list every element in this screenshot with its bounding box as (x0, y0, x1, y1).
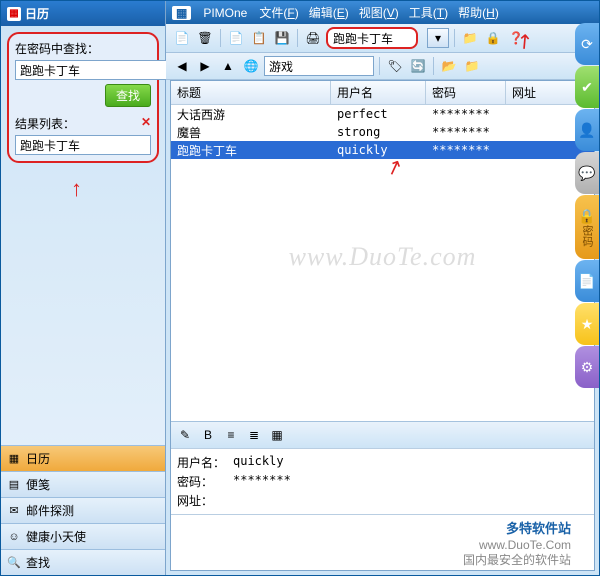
rail-tab-sync[interactable]: ⟳ (575, 23, 599, 65)
table-row[interactable]: 大话西游 perfect ******** (171, 105, 594, 123)
nav-health[interactable]: ☺健康小天使 (1, 523, 165, 549)
angel-icon: ☺ (7, 530, 21, 544)
grid-header: 标题 用户名 密码 网址 (171, 81, 594, 105)
mail-icon: ✉ (7, 504, 21, 518)
folder-open-icon[interactable]: 📂 (439, 56, 459, 76)
globe-icon[interactable]: 🌐 (241, 56, 261, 76)
col-user[interactable]: 用户名 (331, 81, 426, 104)
folder-icon[interactable]: 📁 (460, 28, 480, 48)
rail-tab-user[interactable]: 👤 (575, 109, 599, 151)
nav-notes[interactable]: ▤便笺 (1, 471, 165, 497)
toolbar-search-dropdown[interactable]: ▾ (427, 28, 449, 48)
titlebar: ▦ PIMOne 文件(F) 编辑(E) 视图(V) 工具(T) 帮助(H) (166, 1, 599, 24)
copy-icon[interactable]: 📄 (226, 28, 246, 48)
watermark: www.DuoTe.com (289, 242, 477, 272)
rail-tab-star[interactable]: ★ (575, 303, 599, 345)
up-icon[interactable]: ▲ (218, 56, 238, 76)
delete-icon[interactable]: 🗑 (195, 28, 215, 48)
sidebar-nav: ▦日历 ▤便笺 ✉邮件探测 ☺健康小天使 🔍查找 (1, 445, 165, 575)
menu-help[interactable]: 帮助(H) (458, 4, 499, 21)
toolbar-search-input[interactable] (326, 27, 418, 49)
rail-tab-check[interactable]: ✔ (575, 66, 599, 108)
menu-file[interactable]: 文件(F) (259, 4, 298, 21)
rail-tab-doc[interactable]: 📄 (575, 260, 599, 302)
main-area: ▦ PIMOne 文件(F) 编辑(E) 视图(V) 工具(T) 帮助(H) 📄… (166, 1, 599, 575)
list-icon[interactable]: ≣ (244, 425, 264, 445)
result-input[interactable] (15, 135, 151, 155)
new-doc-icon[interactable]: 📄 (172, 28, 192, 48)
search-panel: 在密码中查找： ▾ 查找 结果列表： ✕ (7, 32, 159, 163)
menu-tools[interactable]: 工具(T) (409, 4, 448, 21)
menu-bar: 文件(F) 编辑(E) 视图(V) 工具(T) 帮助(H) (259, 4, 498, 21)
folder-icon[interactable]: 📁 (462, 56, 482, 76)
lock-icon[interactable]: 🔒 (483, 28, 503, 48)
table-row[interactable]: 跑跑卡丁车 quickly ******** (171, 141, 594, 159)
refresh-icon[interactable]: 🔄 (408, 56, 428, 76)
right-rail: ⟳ ✔ 👤 💬 🔒密码 📄 ★ ⚙ (575, 23, 599, 388)
detail-user-value: quickly (233, 454, 284, 471)
find-button[interactable]: 查找 (105, 84, 151, 107)
rail-tab-gear[interactable]: ⚙ (575, 346, 599, 388)
menu-edit[interactable]: 编辑(E) (309, 4, 349, 21)
app-title: PIMOne (203, 6, 247, 20)
annotation-arrow-icon: ↑ (71, 176, 82, 202)
search-input[interactable] (15, 60, 180, 80)
bold-icon[interactable]: B (198, 425, 218, 445)
sidebar-title: 日历 (25, 5, 49, 22)
app-logo: ▦ (172, 6, 191, 20)
search-icon: 🔍 (7, 556, 21, 570)
forward-icon[interactable]: ▶ (195, 56, 215, 76)
detail-pass-value: ******** (233, 473, 291, 490)
detail-user-label: 用户名： (177, 454, 225, 471)
content-panel: 标题 用户名 密码 网址 大话西游 perfect ******** 魔兽 st… (170, 80, 595, 571)
image-icon[interactable]: ▦ (267, 425, 287, 445)
col-title[interactable]: 标题 (171, 81, 331, 104)
nav-find[interactable]: 🔍查找 (1, 549, 165, 575)
footer-branding: 多特软件站 www.DuoTe.Com 国内最安全的软件站 (463, 521, 571, 569)
toolbar-nav: ◀ ▶ ▲ 🌐 🏷 🔄 📂 📁 (166, 53, 599, 80)
rail-tab-chat[interactable]: 💬 (575, 152, 599, 194)
table-row[interactable]: 魔兽 strong ******** (171, 123, 594, 141)
col-pass[interactable]: 密码 (426, 81, 506, 104)
detail-toolbar: ✎ B ≡ ≣ ▦ (171, 421, 594, 448)
back-icon[interactable]: ◀ (172, 56, 192, 76)
calendar-icon: ▦ (7, 7, 21, 21)
nav-mail[interactable]: ✉邮件探测 (1, 497, 165, 523)
result-label: 结果列表： (15, 115, 75, 132)
grid-body: 大话西游 perfect ******** 魔兽 strong ********… (171, 105, 594, 421)
search-label: 在密码中查找： (15, 40, 151, 57)
clear-results-icon[interactable]: ✕ (141, 115, 151, 132)
rail-tab-password[interactable]: 🔒密码 (575, 195, 599, 259)
calendar-icon: ▦ (7, 452, 21, 466)
paste-icon[interactable]: 📋 (249, 28, 269, 48)
print-icon[interactable]: 🖨 (303, 28, 323, 48)
detail-url-label: 网址： (177, 492, 225, 509)
nav-calendar[interactable]: ▦日历 (1, 445, 165, 471)
sidebar-header: ▦ 日历 (1, 1, 165, 26)
sidebar: ▦ 日历 在密码中查找： ▾ 查找 结果列表： ✕ ↑ (1, 1, 166, 575)
chevron-down-icon: ▾ (435, 31, 441, 45)
detail-pass-label: 密码： (177, 473, 225, 490)
note-icon: ▤ (7, 478, 21, 492)
edit-icon[interactable]: ✎ (175, 425, 195, 445)
save-icon[interactable]: 💾 (272, 28, 292, 48)
tag-icon[interactable]: 🏷 (385, 56, 405, 76)
align-icon[interactable]: ≡ (221, 425, 241, 445)
detail-panel: 用户名： quickly 密码： ******** 网址： (171, 448, 594, 514)
path-input[interactable] (264, 56, 374, 76)
menu-view[interactable]: 视图(V) (359, 4, 399, 21)
